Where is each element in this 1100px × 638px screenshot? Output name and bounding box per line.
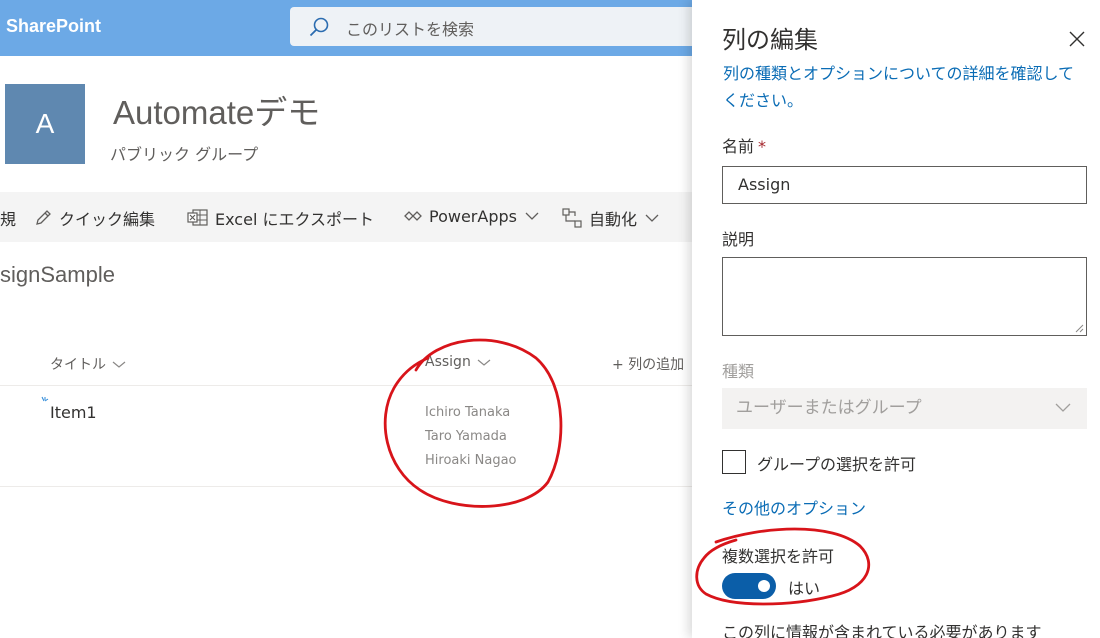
new-button[interactable]: 規	[0, 206, 16, 230]
flow-icon	[562, 208, 582, 228]
automate-button[interactable]: 自動化	[561, 206, 665, 230]
sharepoint-brand[interactable]: SharePoint	[6, 16, 101, 37]
panel-title: 列の編集	[722, 26, 818, 54]
export-excel-button[interactable]: Excel にエクスポート	[187, 206, 374, 230]
automate-label: 自動化	[589, 210, 638, 229]
name-field-value: Assign	[738, 175, 791, 194]
quick-edit-button[interactable]: クイック編集	[33, 206, 155, 230]
column-header-assign[interactable]: Assign	[425, 354, 491, 370]
type-dropdown-value: ユーザーまたはグループ	[736, 398, 922, 418]
new-button-label: 規	[0, 210, 17, 229]
powerapps-label: PowerApps	[429, 206, 517, 226]
name-label: 名前 *	[722, 133, 766, 157]
allow-multiple-toggle[interactable]	[722, 573, 776, 599]
add-column-label: + 列の追加	[612, 357, 685, 373]
new-item-icon	[41, 396, 49, 402]
column-header-title-label: タイトル	[50, 357, 106, 373]
person-name[interactable]: Ichiro Tanaka	[425, 401, 517, 425]
site-logo[interactable]: A	[5, 84, 85, 164]
column-header-title[interactable]: タイトル	[50, 354, 126, 374]
header-divider	[0, 385, 692, 386]
excel-icon	[187, 209, 208, 226]
search-icon	[309, 17, 329, 37]
row-divider	[0, 486, 692, 487]
site-subtitle: パブリック グループ	[110, 145, 259, 164]
chevron-down-icon	[525, 212, 539, 220]
help-link[interactable]: 列の種類とオプションについての詳細を確認してください。	[723, 60, 1083, 114]
toggle-knob	[758, 580, 770, 592]
person-name[interactable]: Taro Yamada	[425, 425, 517, 449]
export-excel-label: Excel にエクスポート	[215, 210, 374, 229]
table-row-title[interactable]: Item1	[50, 403, 97, 422]
table-row-assign: Ichiro Tanaka Taro Yamada Hiroaki Nagao	[425, 401, 517, 473]
powerapps-icon	[404, 211, 422, 221]
chevron-down-icon	[1055, 403, 1071, 412]
description-label: 説明	[722, 230, 755, 249]
allow-multiple-state: はい	[788, 579, 821, 598]
allow-multiple-label: 複数選択を許可	[722, 547, 835, 566]
allow-groups-label: グループの選択を許可	[757, 455, 917, 474]
close-icon[interactable]	[1068, 30, 1086, 48]
chevron-down-icon	[112, 361, 126, 368]
pencil-icon	[36, 210, 51, 225]
resize-grip-icon[interactable]	[1075, 324, 1084, 333]
required-mark: *	[758, 137, 767, 156]
chevron-down-icon	[645, 214, 659, 222]
powerapps-button[interactable]: PowerApps	[403, 206, 545, 226]
allow-groups-checkbox[interactable]	[722, 450, 746, 474]
command-bar: 規 クイック編集 Excel にエクスポート PowerApps 自動化	[0, 192, 692, 242]
list-title[interactable]: signSample	[0, 262, 115, 288]
person-name[interactable]: Hiroaki Nagao	[425, 449, 517, 473]
search-input[interactable]: このリストを検索	[346, 16, 474, 40]
column-header-assign-label: Assign	[425, 354, 471, 370]
annotation-circle	[695, 527, 871, 606]
name-label-text: 名前	[722, 137, 755, 156]
type-dropdown[interactable]: ユーザーまたはグループ	[722, 388, 1087, 429]
description-field[interactable]	[722, 257, 1087, 336]
require-info-label: この列に情報が含まれている必要があります	[722, 623, 1042, 638]
edit-column-panel: 列の編集 列の種類とオプションについての詳細を確認してください。 名前 * Ass…	[692, 0, 1100, 638]
add-column-button[interactable]: + 列の追加	[612, 354, 684, 374]
quick-edit-label: クイック編集	[59, 210, 156, 229]
name-field[interactable]: Assign	[722, 166, 1087, 204]
chevron-down-icon	[477, 359, 491, 366]
type-label: 種類	[722, 362, 755, 381]
search-box[interactable]: このリストを検索	[290, 7, 710, 46]
more-options-link[interactable]: その他のオプション	[722, 495, 866, 519]
site-title[interactable]: Automateデモ	[113, 86, 320, 134]
